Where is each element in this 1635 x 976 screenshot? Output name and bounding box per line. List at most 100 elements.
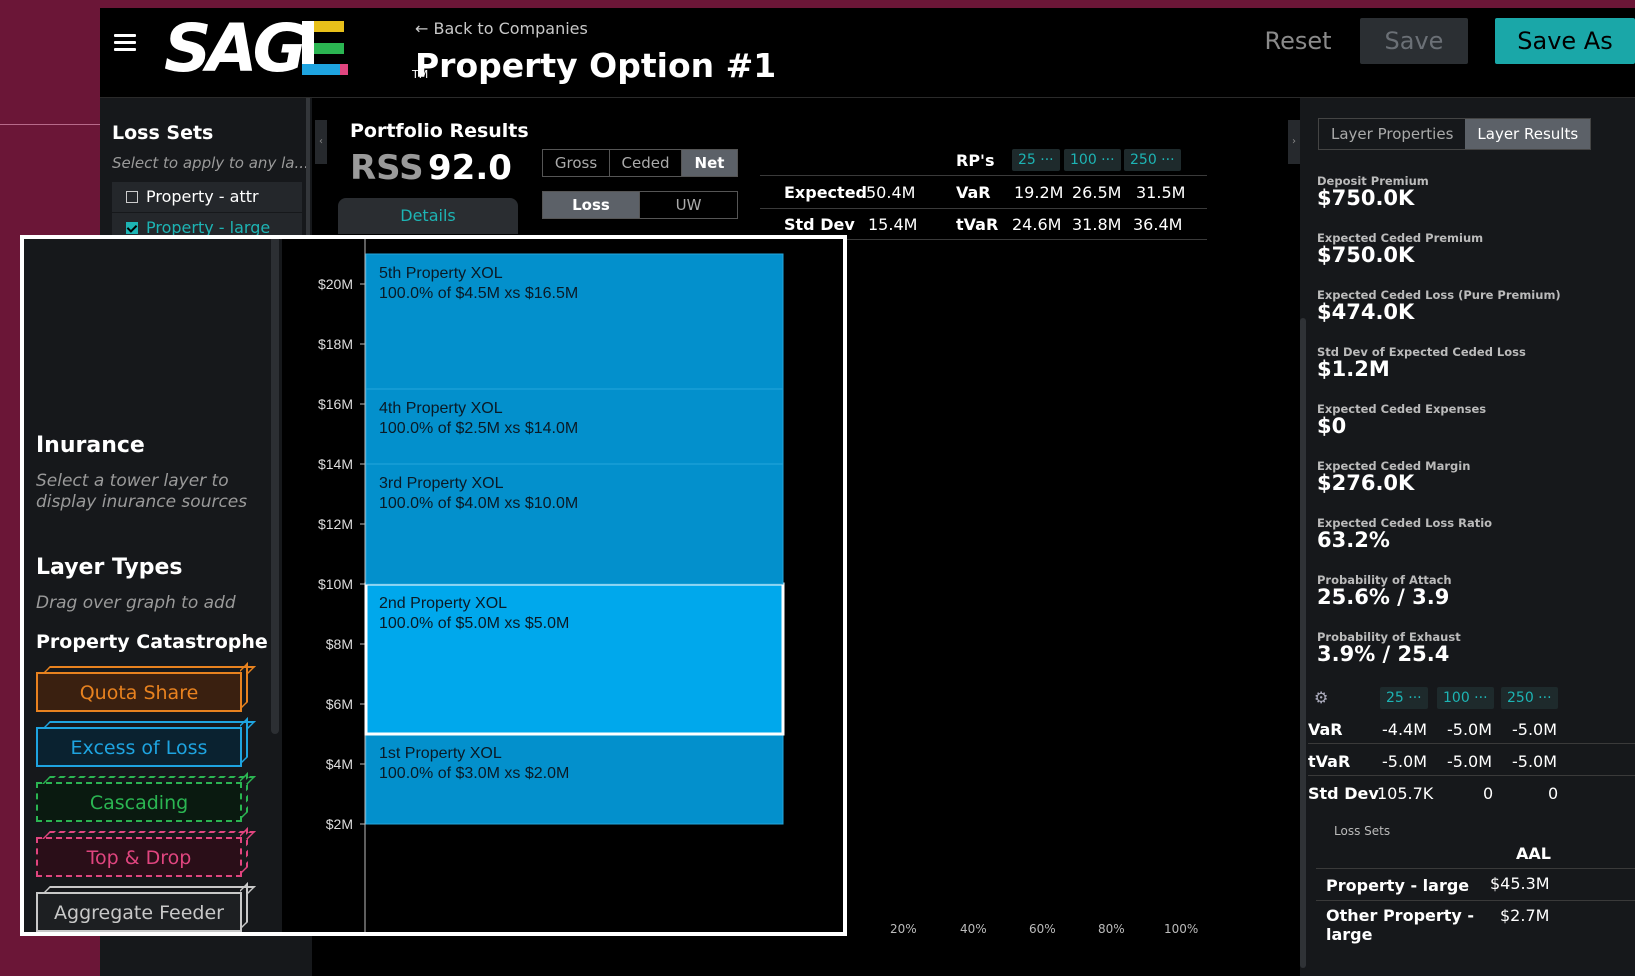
tab-layer-properties[interactable]: Layer Properties [1319,119,1465,149]
logo-e-icon [301,10,350,87]
loss-set-name: Property - large [1326,876,1470,895]
y-tick-label: $12M [318,516,353,532]
tab-layer-results[interactable]: Layer Results [1465,119,1591,149]
right-panel-scrollbar[interactable] [1300,318,1306,968]
y-tick-label: $16M [318,396,353,412]
x-tick-label: 100% [1164,922,1199,936]
rp-chip[interactable]: 100 ··· [1064,149,1121,171]
layer-name: 1st Property XOL [379,745,502,762]
save-as-button[interactable]: Save As [1495,18,1635,64]
layer-type-label: Cascading [89,792,189,814]
rp-chip[interactable]: 250 ··· [1501,687,1558,709]
details-button[interactable]: Details [338,198,518,234]
x-tick-label: 20% [890,922,917,936]
tvar-value: 24.6M [1012,215,1062,234]
y-tick-label: $14M [318,456,353,472]
layer-name: 2nd Property XOL [379,595,507,612]
y-tick-label: $2M [326,816,353,832]
rr-var-label: VaR [1308,720,1343,739]
layer-category: Property Catastrophe [36,631,268,653]
gear-icon[interactable]: ⚙ [1314,688,1328,707]
rr-value: -5.0M [1382,752,1428,771]
rr-value: 0 [1483,784,1494,803]
rss-value: 92.0 [428,148,512,188]
layer-name: 3rd Property XOL [379,475,504,492]
loss-sets-label: Loss Sets [1334,824,1391,838]
layer-type-top-drop[interactable]: Top & Drop [36,827,256,877]
sidebar-scrollbar[interactable] [306,98,310,248]
layer-type-quota-share[interactable]: Quota Share [36,662,256,712]
layer-type-depth [240,772,248,820]
var-value: 31.5M [1136,183,1186,202]
collapse-left-chevron-icon[interactable]: ‹ [315,120,327,164]
loss-set-item[interactable]: Property - attr [112,182,302,212]
rr-value: 0 [1548,784,1559,803]
top-bar: SAG TM ← Back to Companies Property Opti… [100,8,1635,98]
toggle-uw[interactable]: UW [640,192,737,218]
layer-name: 5th Property XOL [379,265,503,282]
metric-value: 3.9% / 25.4 [1317,642,1450,666]
expected-label: Expected [784,183,867,202]
y-tick-label: $10M [318,576,353,592]
checkbox-checked-icon[interactable] [126,222,138,234]
menu-icon[interactable] [114,34,136,52]
divider [1316,868,1635,869]
metric-value: 63.2% [1317,528,1390,552]
collapse-right-chevron-icon[interactable]: › [1288,120,1300,164]
divider [1316,900,1635,901]
rr-value: -5.0M [1447,720,1493,739]
layer-type-depth [240,882,248,930]
divider [1308,775,1635,776]
layer-type-label: Aggregate Feeder [54,902,224,924]
overlay-scrollbar[interactable] [271,239,279,734]
layer-type-depth [42,776,256,784]
checkbox-icon[interactable] [126,191,138,203]
var-value: 26.5M [1072,183,1122,202]
layer-type-depth [240,662,248,710]
metric-value: $474.0K [1317,300,1415,324]
save-button[interactable]: Save [1360,18,1468,64]
layer-types-title: Layer Types [36,555,183,580]
rss-label: RSS [350,148,424,188]
y-tick-label: $6M [326,696,353,712]
loss-set-aal: $2.7M [1500,906,1550,925]
toggle-net[interactable]: Net [682,150,737,176]
metric-value: $1.2M [1317,357,1390,381]
rp-chip[interactable]: 250 ··· [1124,149,1181,171]
layer-type-label: Excess of Loss [70,737,208,759]
rp-chip[interactable]: 25 ··· [1380,687,1428,709]
var-label: VaR [956,183,991,202]
toggle-ceded[interactable]: Ceded [610,150,682,176]
tvar-label: tVaR [956,215,999,234]
sage-logo: SAG TM [164,10,429,87]
x-tick-label: 80% [1098,922,1125,936]
layer-type-depth [240,827,248,875]
y-tick-label: $8M [326,636,353,652]
loss-sets-title: Loss Sets [112,122,214,144]
loss-sets-subtitle: Select to apply to any la... [112,154,309,172]
portfolio-results-title: Portfolio Results [350,120,529,142]
layer-type-excess-of-loss[interactable]: Excess of Loss [36,717,256,767]
metric-value: $750.0K [1317,243,1415,267]
rr-value: 105.7K [1377,784,1434,803]
loss-set-name: Other Property - large [1326,906,1475,944]
layer-tabs: Layer Properties Layer Results [1318,118,1592,150]
reset-button[interactable]: Reset [1248,18,1348,64]
rp-chip[interactable]: 100 ··· [1437,687,1494,709]
toggle-gross[interactable]: Gross [543,150,610,176]
divider [1308,743,1635,744]
layer-type-depth [42,886,256,894]
metric-value: 25.6% / 3.9 [1317,585,1450,609]
inurance-subtitle: Select a tower layer to display inurance… [36,471,248,512]
layer-type-cascading[interactable]: Cascading [36,772,256,822]
expected-value: 50.4M [866,183,916,202]
layer-type-label: Top & Drop [86,847,192,869]
divider [760,175,1207,176]
y-tick-label: $4M [326,756,353,772]
back-to-companies-link[interactable]: ← Back to Companies [415,19,588,38]
rps-label: RP's [956,151,995,170]
rp-chip[interactable]: 25 ··· [1012,149,1060,171]
toggle-loss[interactable]: Loss [543,192,640,218]
tower-chart[interactable]: $2M$4M$6M$8M$10M$12M$14M$16M$18M$20M$22M… [282,239,847,936]
layer-type-aggregate-feeder[interactable]: Aggregate Feeder [36,882,256,932]
